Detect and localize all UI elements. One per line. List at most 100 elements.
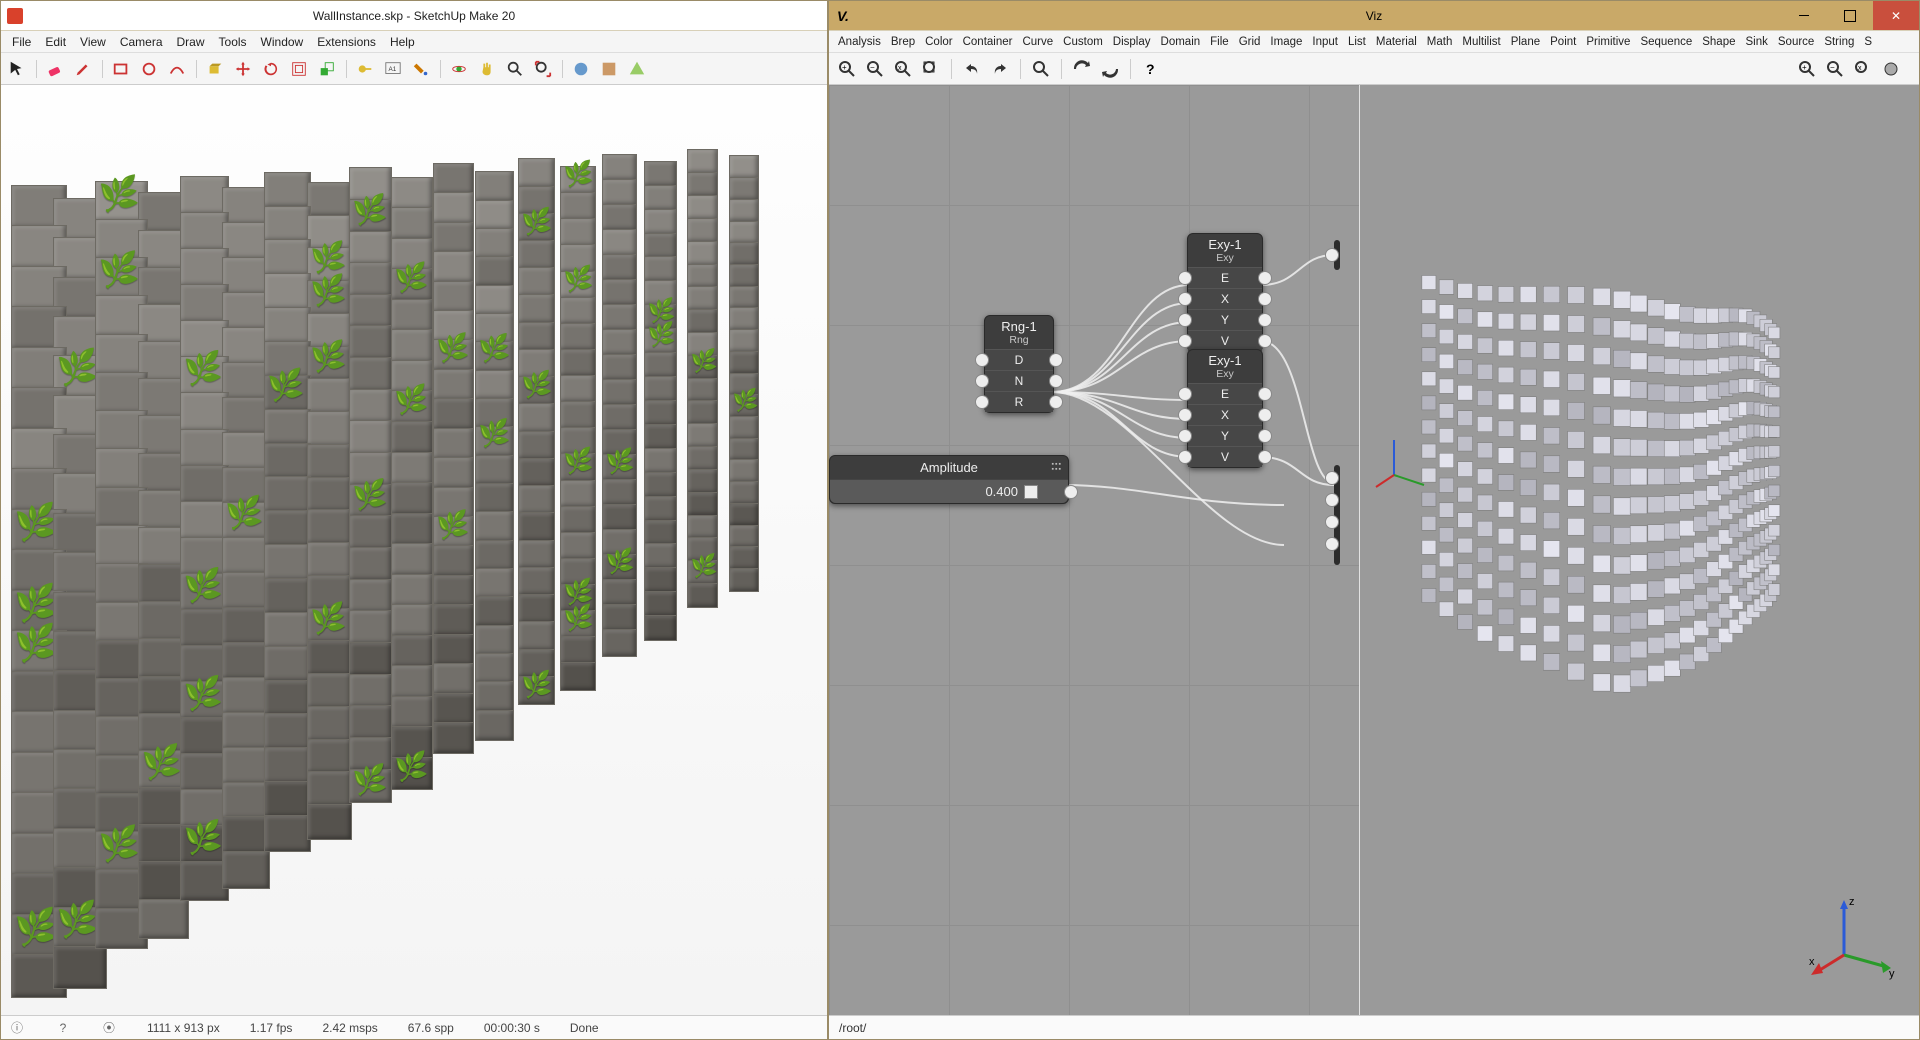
zoom-out-icon[interactable]: − (863, 57, 887, 81)
slider-knob[interactable] (1024, 485, 1038, 499)
view-zoom-out-icon[interactable]: − (1823, 57, 1847, 81)
port-row[interactable]: E (1188, 267, 1262, 288)
menu-list[interactable]: List (1343, 34, 1371, 50)
port-row[interactable]: D (985, 349, 1053, 370)
port-row[interactable]: Y (1188, 309, 1262, 330)
view-zoom-in-icon[interactable]: + (1795, 57, 1819, 81)
menu-file[interactable]: File (1205, 34, 1234, 50)
pan-icon[interactable] (475, 57, 499, 81)
sketchup-titlebar[interactable]: WallInstance.skp - SketchUp Make 20 (1, 1, 827, 31)
search-icon[interactable] (1029, 57, 1053, 81)
refresh1-icon[interactable] (1070, 57, 1094, 81)
node-amplitude[interactable]: Amplitude ▪▪▪▪▪▪ 0.400 (829, 455, 1069, 504)
zoom-in-icon[interactable]: + (835, 57, 859, 81)
node-rng[interactable]: Rng-1 Rng D N R (984, 315, 1054, 413)
menu-help[interactable]: Help (383, 33, 422, 51)
port-row[interactable]: V (1188, 330, 1262, 351)
zoom-fit-icon[interactable] (919, 57, 943, 81)
eraser-icon[interactable] (43, 57, 67, 81)
sketchup-viewport[interactable]: 🌿🌿🌿🌿🌿🌿🌿🌿🌿🌿🌿🌿🌿🌿🌿🌿🌿🌿🌿🌿🌿🌿🌿🌿🌿🌿🌿🌿🌿🌿🌿🌿🌿🌿🌿🌿🌿🌿🌿🌿… (1, 85, 827, 1015)
menu-material[interactable]: Material (1371, 34, 1422, 50)
node-exy-top[interactable]: Exy-1 Exy E X Y V (1187, 233, 1263, 352)
output-port[interactable] (1064, 485, 1078, 499)
menu-source[interactable]: Source (1773, 34, 1819, 50)
menu-tools[interactable]: Tools (212, 33, 254, 51)
menu-analysis[interactable]: Analysis (833, 34, 886, 50)
orbit-icon[interactable] (447, 57, 471, 81)
rectangle-icon[interactable] (109, 57, 133, 81)
shade-toggle-icon[interactable] (1879, 57, 1903, 81)
menu-sink[interactable]: Sink (1741, 34, 1773, 50)
menu-brep[interactable]: Brep (886, 34, 920, 50)
menu-s[interactable]: S (1859, 34, 1877, 50)
paint-icon[interactable] (409, 57, 433, 81)
port-row[interactable]: X (1188, 404, 1262, 425)
select-tool-icon[interactable] (5, 57, 29, 81)
close-button[interactable] (1873, 1, 1919, 30)
viz-node-canvas[interactable]: Rng-1 Rng D N R Exy-1 Exy E X Y V (829, 85, 1359, 1015)
circle-icon[interactable] (137, 57, 161, 81)
geo-icon[interactable]: ⦿ (101, 1019, 117, 1036)
pushpull-icon[interactable] (203, 57, 227, 81)
menu-multilist[interactable]: Multilist (1457, 34, 1505, 50)
grip-icon[interactable]: ▪▪▪▪▪▪ (1052, 462, 1062, 472)
maximize-button[interactable] (1827, 1, 1873, 30)
port-row[interactable]: N (985, 370, 1053, 391)
menu-view[interactable]: View (73, 33, 113, 51)
plugin3-icon[interactable] (625, 57, 649, 81)
viz-titlebar[interactable]: V. Viz (829, 1, 1919, 31)
menu-point[interactable]: Point (1545, 34, 1581, 50)
menu-custom[interactable]: Custom (1058, 34, 1108, 50)
viz-3d-viewport[interactable]: z y x (1359, 85, 1919, 1015)
node-exy-bottom[interactable]: Exy-1 Exy E X Y V (1187, 349, 1263, 468)
offset-icon[interactable] (287, 57, 311, 81)
menu-string[interactable]: String (1819, 34, 1859, 50)
plugin2-icon[interactable] (597, 57, 621, 81)
zoom-reset-icon[interactable]: x (891, 57, 915, 81)
tape-icon[interactable] (353, 57, 377, 81)
output-terminal[interactable] (1334, 240, 1340, 270)
move-icon[interactable] (231, 57, 255, 81)
port-row[interactable]: R (985, 391, 1053, 412)
menu-edit[interactable]: Edit (38, 33, 73, 51)
menu-window[interactable]: Window (254, 33, 311, 51)
rotate-icon[interactable] (259, 57, 283, 81)
undo-icon[interactable] (960, 57, 984, 81)
redo-icon[interactable] (988, 57, 1012, 81)
pencil-icon[interactable] (71, 57, 95, 81)
menu-draw[interactable]: Draw (170, 33, 212, 51)
refresh2-icon[interactable] (1098, 57, 1122, 81)
menu-camera[interactable]: Camera (113, 33, 170, 51)
zoom-icon[interactable] (503, 57, 527, 81)
scale-icon[interactable] (315, 57, 339, 81)
help-icon[interactable]: ? (1139, 57, 1163, 81)
param-value[interactable]: 0.400 (830, 484, 1024, 499)
menu-display[interactable]: Display (1108, 34, 1156, 50)
info-icon[interactable]: ⓘ (9, 1019, 25, 1036)
menu-image[interactable]: Image (1265, 34, 1307, 50)
port-row[interactable]: E (1188, 383, 1262, 404)
view-zoom-reset-icon[interactable]: x (1851, 57, 1875, 81)
menu-domain[interactable]: Domain (1156, 34, 1206, 50)
menu-math[interactable]: Math (1422, 34, 1458, 50)
menu-plane[interactable]: Plane (1506, 34, 1545, 50)
menu-color[interactable]: Color (920, 34, 957, 50)
zoom-extents-icon[interactable] (531, 57, 555, 81)
arc-icon[interactable] (165, 57, 189, 81)
menu-extensions[interactable]: Extensions (310, 33, 383, 51)
menu-primitive[interactable]: Primitive (1581, 34, 1635, 50)
port-row[interactable]: X (1188, 288, 1262, 309)
menu-container[interactable]: Container (958, 34, 1018, 50)
text-icon[interactable]: A1 (381, 57, 405, 81)
menu-input[interactable]: Input (1307, 34, 1343, 50)
menu-grid[interactable]: Grid (1234, 34, 1266, 50)
port-row[interactable]: Y (1188, 425, 1262, 446)
menu-file[interactable]: File (5, 33, 38, 51)
plugin1-icon[interactable] (569, 57, 593, 81)
output-terminal[interactable] (1334, 465, 1340, 565)
menu-shape[interactable]: Shape (1697, 34, 1740, 50)
help-icon[interactable]: ? (55, 1021, 71, 1035)
minimize-button[interactable] (1781, 1, 1827, 30)
menu-sequence[interactable]: Sequence (1635, 34, 1697, 50)
port-row[interactable]: V (1188, 446, 1262, 467)
